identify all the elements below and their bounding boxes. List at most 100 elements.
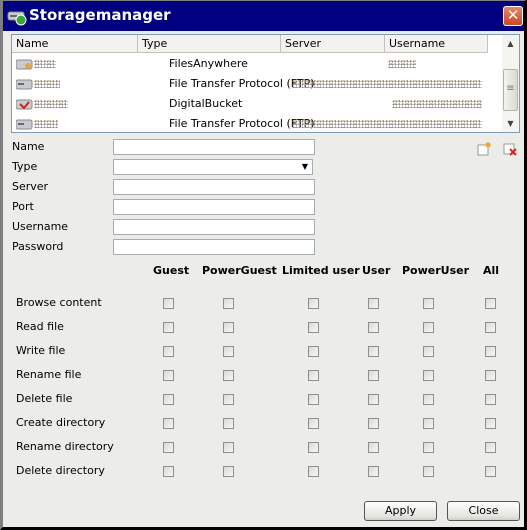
port-input[interactable]	[113, 199, 315, 215]
permission-checkbox-guest[interactable]	[163, 322, 174, 333]
permission-checkbox-powerguest[interactable]	[223, 322, 234, 333]
permission-label: Write file	[16, 344, 66, 357]
permission-checkbox-poweruser[interactable]	[423, 346, 434, 357]
permission-checkbox-user[interactable]	[368, 346, 379, 357]
column-header-username[interactable]: Username	[385, 35, 488, 53]
group-header-user: User	[362, 264, 391, 277]
storagemanager-window: Storagemanager ✕ Name Type Server Userna…	[0, 0, 527, 530]
row-name	[34, 74, 60, 94]
delete-storage-icon[interactable]	[503, 142, 517, 156]
storage-list[interactable]: Name Type Server Username FilesAnywhere …	[11, 34, 520, 133]
username-input[interactable]	[113, 219, 315, 235]
scroll-thumb[interactable]: ≡	[503, 69, 518, 111]
permission-checkbox-limited-user[interactable]	[308, 322, 319, 333]
permission-checkbox-limited-user[interactable]	[308, 466, 319, 477]
type-label: Type	[12, 160, 38, 173]
column-header-type[interactable]: Type	[138, 35, 281, 53]
permission-checkbox-user[interactable]	[368, 298, 379, 309]
permission-checkbox-poweruser[interactable]	[423, 322, 434, 333]
permission-checkbox-poweruser[interactable]	[423, 370, 434, 381]
list-scrollbar[interactable]: ▲ ≡ ▼	[502, 35, 519, 132]
permission-checkbox-guest[interactable]	[163, 418, 174, 429]
permission-checkbox-user[interactable]	[368, 418, 379, 429]
permission-checkbox-powerguest[interactable]	[223, 442, 234, 453]
permission-checkbox-guest[interactable]	[163, 370, 174, 381]
row-type: DigitalBucket	[169, 97, 243, 110]
permission-label: Delete file	[16, 392, 73, 405]
row-name	[34, 54, 56, 74]
permission-checkbox-powerguest[interactable]	[223, 346, 234, 357]
permission-checkbox-poweruser[interactable]	[423, 442, 434, 453]
close-button[interactable]: Close	[447, 501, 520, 521]
permission-checkbox-limited-user[interactable]	[308, 442, 319, 453]
row-username	[392, 94, 482, 114]
permission-checkbox-all[interactable]	[485, 322, 496, 333]
permission-checkbox-guest[interactable]	[163, 298, 174, 309]
permission-label: Delete directory	[16, 464, 105, 477]
type-select[interactable]: ▼	[113, 159, 313, 175]
permission-checkbox-powerguest[interactable]	[223, 394, 234, 405]
group-header-limited-user: Limited user	[282, 264, 360, 277]
permission-checkbox-user[interactable]	[368, 442, 379, 453]
permission-checkbox-powerguest[interactable]	[223, 418, 234, 429]
permission-checkbox-poweruser[interactable]	[423, 298, 434, 309]
permission-checkbox-powerguest[interactable]	[223, 298, 234, 309]
permission-checkbox-poweruser[interactable]	[423, 466, 434, 477]
row-server-username	[292, 74, 482, 94]
ftp-drive-icon	[16, 79, 33, 90]
permission-checkbox-powerguest[interactable]	[223, 370, 234, 381]
permission-checkbox-user[interactable]	[368, 466, 379, 477]
list-row[interactable]: File Transfer Protocol (FTP)	[12, 114, 502, 132]
permission-checkbox-limited-user[interactable]	[308, 394, 319, 405]
name-input[interactable]	[113, 139, 315, 155]
permission-checkbox-poweruser[interactable]	[423, 418, 434, 429]
scroll-up-arrow-icon[interactable]: ▲	[502, 35, 519, 52]
permission-checkbox-limited-user[interactable]	[308, 418, 319, 429]
permission-checkbox-all[interactable]	[485, 442, 496, 453]
title-bar[interactable]: Storagemanager ✕	[3, 1, 524, 31]
permission-checkbox-user[interactable]	[368, 370, 379, 381]
permission-checkbox-all[interactable]	[485, 370, 496, 381]
permission-checkbox-guest[interactable]	[163, 442, 174, 453]
permission-checkbox-guest[interactable]	[163, 394, 174, 405]
permission-checkbox-all[interactable]	[485, 418, 496, 429]
password-label: Password	[12, 240, 64, 253]
permission-checkbox-poweruser[interactable]	[423, 394, 434, 405]
permission-checkbox-user[interactable]	[368, 322, 379, 333]
new-storage-icon[interactable]	[477, 142, 491, 156]
permission-checkbox-limited-user[interactable]	[308, 346, 319, 357]
storage-drive-icon	[7, 11, 27, 26]
filesanywhere-drive-icon	[16, 59, 33, 70]
permission-checkbox-powerguest[interactable]	[223, 466, 234, 477]
permission-checkbox-all[interactable]	[485, 466, 496, 477]
permission-label: Rename directory	[16, 440, 114, 453]
column-header-name[interactable]: Name	[12, 35, 138, 53]
server-input[interactable]	[113, 179, 315, 195]
column-header-server[interactable]: Server	[281, 35, 385, 53]
row-name	[34, 94, 68, 114]
permission-checkbox-limited-user[interactable]	[308, 370, 319, 381]
row-type: FilesAnywhere	[169, 57, 248, 70]
permission-checkbox-all[interactable]	[485, 394, 496, 405]
permission-checkbox-guest[interactable]	[163, 346, 174, 357]
list-row[interactable]: File Transfer Protocol (FTP)	[12, 74, 502, 94]
permission-checkbox-all[interactable]	[485, 346, 496, 357]
window-title: Storagemanager	[29, 6, 171, 24]
permission-checkbox-limited-user[interactable]	[308, 298, 319, 309]
permission-checkbox-guest[interactable]	[163, 466, 174, 477]
row-server-username	[292, 114, 482, 132]
close-window-button[interactable]: ✕	[503, 6, 523, 26]
scroll-down-arrow-icon[interactable]: ▼	[502, 115, 519, 132]
password-input[interactable]	[113, 239, 315, 255]
permission-checkbox-user[interactable]	[368, 394, 379, 405]
ftp-drive-icon	[16, 119, 33, 130]
apply-button[interactable]: Apply	[364, 501, 437, 521]
permission-checkbox-all[interactable]	[485, 298, 496, 309]
list-row[interactable]: FilesAnywhere	[12, 54, 502, 74]
list-row[interactable]: DigitalBucket	[12, 94, 502, 114]
group-header-powerguest: PowerGuest	[202, 264, 277, 277]
port-label: Port	[12, 200, 34, 213]
permission-label: Browse content	[16, 296, 102, 309]
permission-label: Rename file	[16, 368, 82, 381]
server-label: Server	[12, 180, 49, 193]
